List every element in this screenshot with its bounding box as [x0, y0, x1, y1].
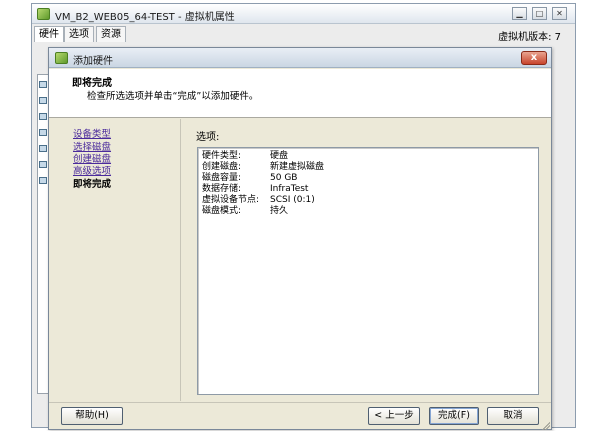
add-hardware-dialog: 添加硬件 x 即将完成 检查所选选项并单击“完成”以添加硬件。 设备类型 选择磁… [48, 47, 552, 430]
summary-key: 硬件类型: [202, 151, 242, 161]
device-icon [39, 145, 47, 152]
minimize-icon: ▁ [516, 9, 523, 18]
help-button[interactable]: 帮助(H) [61, 407, 123, 425]
summary-value: InfraTest [270, 184, 309, 194]
device-icon [39, 177, 47, 184]
summary-value: 新建虚拟磁盘 [270, 162, 325, 172]
maximize-icon: □ [535, 9, 544, 18]
dialog-title-bar[interactable]: 添加硬件 x [49, 48, 551, 68]
summary-value: 硬盘 [270, 151, 289, 161]
main-window-title: VM_B2_WEB05_64-TEST - 虚拟机属性 [55, 12, 235, 23]
back-button[interactable]: < 上一步 [368, 407, 420, 425]
main-close-button[interactable]: ✕ [552, 7, 567, 20]
summary-value: SCSI (0:1) [270, 195, 315, 205]
tab-resources[interactable]: 资源 [96, 26, 126, 42]
summary-value: 持久 [270, 206, 289, 216]
step-link-advanced-options[interactable]: 高级选项 [73, 163, 111, 177]
tab-options[interactable]: 选项 [64, 26, 94, 42]
summary-key: 创建磁盘: [202, 162, 242, 172]
wizard-header: 即将完成 检查所选选项并单击“完成”以添加硬件。 [49, 69, 551, 118]
device-icon [39, 97, 47, 104]
device-icon [39, 161, 47, 168]
wizard-step-title: 即将完成 [72, 78, 112, 89]
wizard-step-description: 检查所选选项并单击“完成”以添加硬件。 [87, 91, 259, 102]
main-title-bar[interactable]: VM_B2_WEB05_64-TEST - 虚拟机属性 ▁ □ ✕ [32, 4, 575, 24]
options-label: 选项: [196, 132, 220, 143]
close-icon: ✕ [556, 9, 563, 18]
summary-key: 数据存储: [202, 184, 242, 194]
dialog-title: 添加硬件 [73, 56, 113, 67]
tab-hardware[interactable]: 硬件 [34, 26, 64, 42]
maximize-button[interactable]: □ [532, 7, 547, 20]
device-icon [39, 81, 47, 88]
finish-button[interactable]: 完成(F) [429, 407, 479, 425]
step-link-device-type[interactable]: 设备类型 [73, 126, 111, 140]
vsphere-app-icon [37, 8, 50, 20]
summary-key: 磁盘模式: [202, 206, 242, 216]
dialog-close-button[interactable]: x [521, 51, 547, 65]
resize-grip-icon[interactable] [541, 421, 550, 430]
cancel-button[interactable]: 取消 [487, 407, 539, 425]
vsphere-app-icon [55, 52, 68, 64]
step-list-divider [180, 119, 181, 401]
minimize-button[interactable]: ▁ [512, 7, 527, 20]
summary-box[interactable]: 硬件类型: 硬盘 创建磁盘: 新建虚拟磁盘 磁盘容量: 50 GB 数据存储: … [197, 147, 539, 395]
summary-key: 虚拟设备节点: [202, 195, 260, 205]
step-current-ready-to-complete: 即将完成 [73, 179, 112, 190]
vm-version-label: 虚拟机版本: 7 [498, 32, 561, 43]
close-icon: x [530, 52, 538, 63]
summary-value: 50 GB [270, 173, 298, 183]
summary-key: 磁盘容量: [202, 173, 242, 183]
footer-divider [49, 402, 551, 403]
device-icon [39, 129, 47, 136]
device-icon [39, 113, 47, 120]
